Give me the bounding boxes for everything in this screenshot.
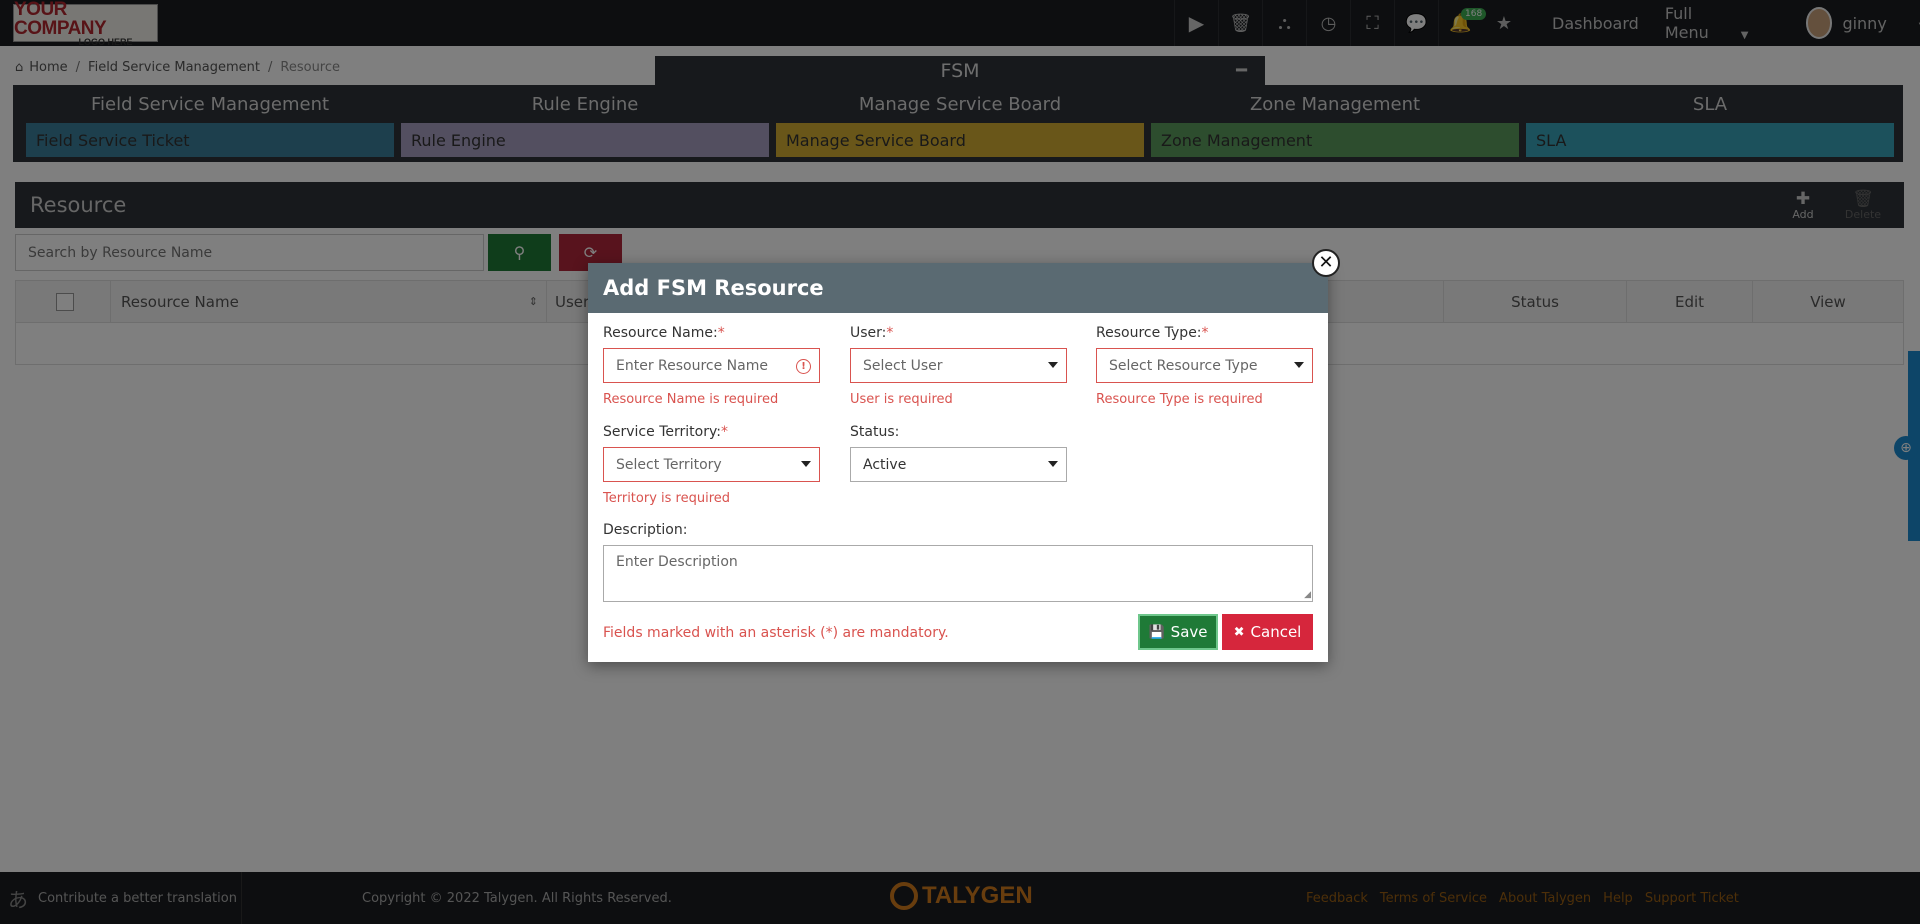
add-resource-modal: Add FSM Resource Resource Name:* Enter R… [588,263,1328,662]
status-select[interactable]: Active [850,447,1067,482]
resource-name-field: Resource Name:* Enter Resource Name ! Re… [603,325,820,407]
resource-type-field: Resource Type:* Select Resource Type Res… [1096,325,1313,407]
mandatory-note: Fields marked with an asterisk (*) are m… [603,625,949,641]
territory-error: Territory is required [603,491,731,506]
resource-type-error: Resource Type is required [1096,392,1263,407]
caret-down-icon [1048,362,1058,368]
user-select[interactable]: Select User [850,348,1067,383]
user-field: User:* Select User User is required [850,325,1067,407]
caret-down-icon [801,461,811,467]
description-textarea[interactable]: Enter Description ◢ [603,545,1313,602]
caret-down-icon [1048,461,1058,467]
close-icon: ✕ [1318,252,1334,273]
caret-down-icon [1294,362,1304,368]
resource-name-input[interactable]: Enter Resource Name ! [603,348,820,383]
modal-close-button[interactable]: ✕ [1312,249,1340,277]
resource-name-error: Resource Name is required [603,392,779,407]
resource-type-select[interactable]: Select Resource Type [1096,348,1313,383]
status-field: Status: Active [850,424,1067,482]
save-button[interactable]: 💾 Save [1138,614,1218,650]
error-icon: ! [796,359,811,374]
cancel-button[interactable]: ✖ Cancel [1222,614,1313,650]
save-icon: 💾 [1148,624,1165,640]
description-field: Description: Enter Description ◢ [603,522,1313,602]
territory-field: Service Territory:* Select Territory Ter… [603,424,820,506]
territory-select[interactable]: Select Territory [603,447,820,482]
close-icon: ✖ [1233,624,1245,640]
user-error: User is required [850,392,953,407]
resize-grip-icon[interactable]: ◢ [1304,590,1311,600]
modal-title: Add FSM Resource [588,263,1328,313]
